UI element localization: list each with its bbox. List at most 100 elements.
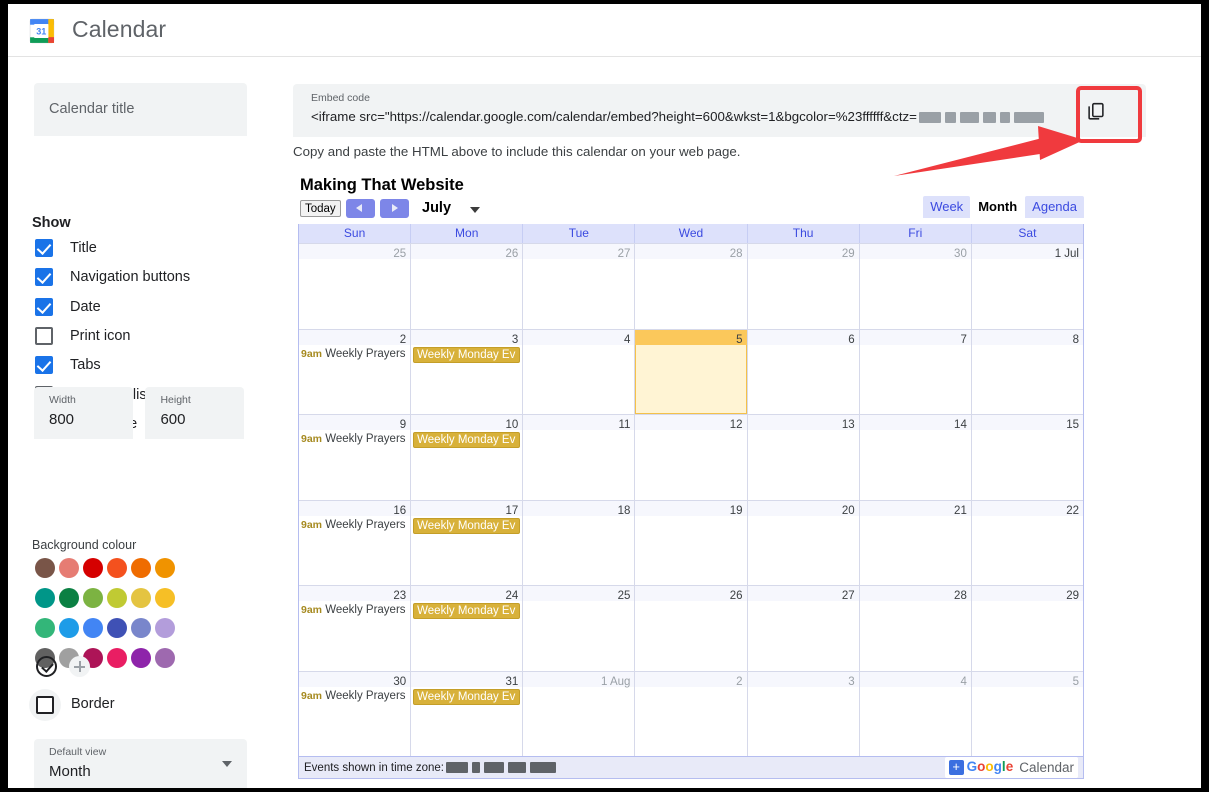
calendar-day-cell[interactable]: 1 Aug <box>523 671 636 756</box>
calendar-day-cell[interactable]: 29 <box>971 586 1083 671</box>
calendar-event[interactable]: 9am Weekly Prayers <box>301 347 408 362</box>
calendar-event[interactable]: Weekly Monday Ev <box>413 688 521 705</box>
checkbox[interactable] <box>35 239 53 257</box>
checkbox[interactable] <box>35 356 53 375</box>
calendar-day-cell[interactable]: 30 <box>859 244 972 329</box>
chevron-down-icon[interactable] <box>470 207 480 213</box>
embed-code-field[interactable]: Embed code <iframe src="https://calendar… <box>293 84 1146 137</box>
checkbox[interactable] <box>35 268 53 287</box>
colour-swatch[interactable] <box>107 588 127 608</box>
calendar-day-cell[interactable]: 27 <box>747 586 860 671</box>
width-input[interactable]: Width 800 <box>34 387 133 439</box>
calendar-day-cell[interactable]: 4 <box>859 671 972 756</box>
calendar-day-cell[interactable]: 12 <box>635 415 748 500</box>
calendar-day-cell[interactable]: 1 Jul <box>971 244 1083 329</box>
calendar-day-cell[interactable]: 23 9am Weekly Prayers <box>299 586 412 671</box>
calendar-day-cell[interactable]: 5 <box>635 329 748 414</box>
show-option-tabs[interactable]: Tabs <box>35 356 101 378</box>
checkbox[interactable] <box>35 297 53 316</box>
calendar-day-cell[interactable]: 8 <box>971 329 1083 414</box>
calendar-event[interactable]: Weekly Monday Ev <box>413 432 521 448</box>
colour-swatch[interactable] <box>131 618 151 638</box>
chevron-left-icon[interactable] <box>346 199 375 218</box>
colour-swatch[interactable] <box>131 558 151 578</box>
show-option-title[interactable]: Title <box>35 239 97 261</box>
calendar-day-cell[interactable]: 26 <box>635 586 748 671</box>
view-tab-month[interactable]: Month <box>971 196 1025 218</box>
calendar-day-cell[interactable]: 30 9am Weekly Prayers <box>299 671 412 756</box>
calendar-day-cell[interactable]: 13 <box>747 415 860 500</box>
colour-swatch[interactable] <box>83 588 103 608</box>
calendar-day-cell[interactable]: 22 <box>971 500 1083 585</box>
calendar-event[interactable]: 9am Weekly Prayers <box>301 432 408 447</box>
colour-swatch[interactable] <box>107 558 127 578</box>
calendar-event[interactable]: 9am Weekly Prayers <box>301 518 408 533</box>
colour-swatch[interactable] <box>83 618 103 638</box>
calendar-day-cell[interactable]: 26 <box>411 244 524 329</box>
calendar-day-cell[interactable]: 31 Weekly Monday Ev <box>411 671 524 756</box>
calendar-event[interactable]: Weekly Monday Ev <box>413 603 521 619</box>
colour-swatch[interactable] <box>59 558 79 578</box>
colour-swatch[interactable] <box>107 618 127 638</box>
colour-swatch[interactable] <box>59 588 79 608</box>
calendar-day-cell[interactable]: 17 Weekly Monday Ev <box>411 500 524 585</box>
calendar-title-input[interactable]: Calendar title <box>34 83 247 136</box>
copy-icon[interactable] <box>1075 90 1117 132</box>
calendar-day-cell[interactable]: 14 <box>859 415 972 500</box>
calendar-event[interactable]: Weekly Monday Ev <box>413 517 521 534</box>
calendar-day-cell[interactable]: 19 <box>635 500 748 585</box>
calendar-day-cell[interactable]: 25 <box>523 586 636 671</box>
calendar-day-cell[interactable]: 11 <box>523 415 636 500</box>
calendar-day-cell[interactable]: 28 <box>859 586 972 671</box>
show-option-date[interactable]: Date <box>35 297 101 320</box>
calendar-event[interactable]: Weekly Monday Ev <box>413 346 521 363</box>
colour-swatch[interactable] <box>155 558 175 578</box>
calendar-event[interactable]: 9am Weekly Prayers <box>301 603 408 618</box>
colour-swatch[interactable] <box>131 588 151 608</box>
calendar-day-cell[interactable]: 24 Weekly Monday Ev <box>411 586 524 671</box>
colour-swatch[interactable] <box>155 588 175 608</box>
calendar-day-cell[interactable]: 10 Weekly Monday Ev <box>411 415 524 500</box>
check-circle-icon[interactable] <box>36 656 57 677</box>
calendar-day-cell[interactable]: 28 <box>635 244 748 329</box>
colour-swatch[interactable] <box>131 648 151 668</box>
colour-swatch[interactable] <box>107 648 127 668</box>
show-option-navigation-buttons[interactable]: Navigation buttons <box>35 268 190 290</box>
calendar-day-cell[interactable]: 16 9am Weekly Prayers <box>299 500 412 585</box>
today-button[interactable]: Today <box>300 200 341 217</box>
show-option-print-icon[interactable]: Print icon <box>35 326 130 349</box>
calendar-day-cell[interactable]: 5 <box>971 671 1083 756</box>
checkbox[interactable] <box>35 326 53 345</box>
colour-swatch[interactable] <box>155 648 175 668</box>
default-view-select[interactable]: Default view Month <box>34 739 247 788</box>
calendar-day-cell[interactable]: 15 <box>971 415 1083 500</box>
calendar-day-cell[interactable]: 2 9am Weekly Prayers <box>299 329 412 414</box>
google-calendar-badge[interactable]: + Google Calendar <box>944 757 1078 778</box>
calendar-day-cell[interactable]: 3 Weekly Monday Ev <box>411 329 524 414</box>
calendar-event[interactable]: 9am Weekly Prayers <box>301 689 408 704</box>
colour-swatch[interactable] <box>155 618 175 638</box>
calendar-day-cell[interactable]: 27 <box>523 244 636 329</box>
colour-swatch[interactable] <box>35 588 55 608</box>
colour-swatch[interactable] <box>59 618 79 638</box>
calendar-day-cell[interactable]: 9 9am Weekly Prayers <box>299 415 412 500</box>
calendar-day-cell[interactable]: 20 <box>747 500 860 585</box>
view-tab-agenda[interactable]: Agenda <box>1025 196 1084 218</box>
calendar-day-cell[interactable]: 18 <box>523 500 636 585</box>
calendar-day-cell[interactable]: 25 <box>299 244 412 329</box>
colour-swatch[interactable] <box>83 558 103 578</box>
calendar-day-cell[interactable]: 21 <box>859 500 972 585</box>
calendar-day-cell[interactable]: 6 <box>747 329 860 414</box>
view-tab-week[interactable]: Week <box>923 196 971 218</box>
colour-swatch[interactable] <box>35 558 55 578</box>
calendar-day-cell[interactable]: 7 <box>859 329 972 414</box>
height-input[interactable]: Height 600 <box>145 387 245 439</box>
colour-swatch[interactable] <box>35 618 55 638</box>
border-checkbox[interactable] <box>36 696 54 714</box>
chevron-right-icon[interactable] <box>380 199 409 218</box>
calendar-day-cell[interactable]: 4 <box>523 329 636 414</box>
calendar-day-cell[interactable]: 29 <box>747 244 860 329</box>
plus-icon[interactable] <box>69 656 91 677</box>
calendar-day-cell[interactable]: 3 <box>747 671 860 756</box>
calendar-day-cell[interactable]: 2 <box>635 671 748 756</box>
